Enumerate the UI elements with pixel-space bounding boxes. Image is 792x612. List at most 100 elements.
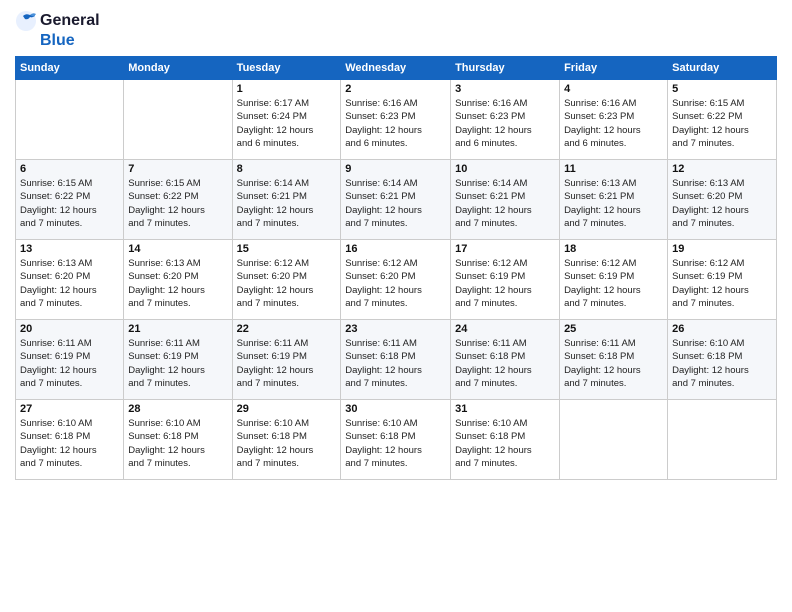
day-info: Sunrise: 6:15 AM Sunset: 6:22 PM Dayligh… xyxy=(128,177,227,230)
day-number: 13 xyxy=(20,243,119,255)
calendar-cell: 20 Sunrise: 6:11 AM Sunset: 6:19 PM Dayli… xyxy=(16,320,124,400)
day-info: Sunrise: 6:11 AM Sunset: 6:19 PM Dayligh… xyxy=(128,337,227,390)
calendar-cell: 5 Sunrise: 6:15 AM Sunset: 6:22 PM Daylig… xyxy=(668,80,777,160)
day-info: Sunrise: 6:16 AM Sunset: 6:23 PM Dayligh… xyxy=(564,97,663,150)
day-info: Sunrise: 6:12 AM Sunset: 6:19 PM Dayligh… xyxy=(672,257,772,310)
day-number: 10 xyxy=(455,163,555,175)
calendar-week-row: 13 Sunrise: 6:13 AM Sunset: 6:20 PM Dayli… xyxy=(16,240,777,320)
day-info: Sunrise: 6:16 AM Sunset: 6:23 PM Dayligh… xyxy=(345,97,446,150)
day-number: 1 xyxy=(237,83,337,95)
calendar-cell: 4 Sunrise: 6:16 AM Sunset: 6:23 PM Daylig… xyxy=(560,80,668,160)
day-number: 31 xyxy=(455,403,555,415)
day-number: 25 xyxy=(564,323,663,335)
day-number: 22 xyxy=(237,323,337,335)
day-info: Sunrise: 6:12 AM Sunset: 6:19 PM Dayligh… xyxy=(564,257,663,310)
day-number: 23 xyxy=(345,323,446,335)
day-number: 3 xyxy=(455,83,555,95)
day-info: Sunrise: 6:11 AM Sunset: 6:19 PM Dayligh… xyxy=(20,337,119,390)
day-number: 26 xyxy=(672,323,772,335)
page: General Blue SundayMondayTuesdayWednesda… xyxy=(0,0,792,612)
day-info: Sunrise: 6:11 AM Sunset: 6:18 PM Dayligh… xyxy=(455,337,555,390)
day-number: 12 xyxy=(672,163,772,175)
calendar-cell: 30 Sunrise: 6:10 AM Sunset: 6:18 PM Dayli… xyxy=(341,400,451,480)
calendar-cell: 3 Sunrise: 6:16 AM Sunset: 6:23 PM Daylig… xyxy=(451,80,560,160)
day-number: 28 xyxy=(128,403,227,415)
day-number: 17 xyxy=(455,243,555,255)
day-info: Sunrise: 6:10 AM Sunset: 6:18 PM Dayligh… xyxy=(672,337,772,390)
calendar-cell: 7 Sunrise: 6:15 AM Sunset: 6:22 PM Daylig… xyxy=(124,160,232,240)
logo-blue: Blue xyxy=(40,32,75,50)
calendar-cell: 15Sunrise: 6:12 AM Sunset: 6:20 PM Dayli… xyxy=(232,240,341,320)
day-info: Sunrise: 6:15 AM Sunset: 6:22 PM Dayligh… xyxy=(672,97,772,150)
day-info: Sunrise: 6:13 AM Sunset: 6:21 PM Dayligh… xyxy=(564,177,663,230)
day-info: Sunrise: 6:10 AM Sunset: 6:18 PM Dayligh… xyxy=(345,417,446,470)
day-number: 21 xyxy=(128,323,227,335)
calendar-cell: 25 Sunrise: 6:11 AM Sunset: 6:18 PM Dayli… xyxy=(560,320,668,400)
calendar-cell: 24 Sunrise: 6:11 AM Sunset: 6:18 PM Dayli… xyxy=(451,320,560,400)
day-info: Sunrise: 6:14 AM Sunset: 6:21 PM Dayligh… xyxy=(237,177,337,230)
day-number: 14 xyxy=(128,243,227,255)
weekday-header: Thursday xyxy=(451,57,560,80)
day-info: Sunrise: 6:10 AM Sunset: 6:18 PM Dayligh… xyxy=(237,417,337,470)
day-info: Sunrise: 6:10 AM Sunset: 6:18 PM Dayligh… xyxy=(128,417,227,470)
day-number: 4 xyxy=(564,83,663,95)
weekday-header: Wednesday xyxy=(341,57,451,80)
day-info: Sunrise: 6:13 AM Sunset: 6:20 PM Dayligh… xyxy=(128,257,227,310)
weekday-header: Saturday xyxy=(668,57,777,80)
logo-box: General Blue xyxy=(15,10,100,50)
logo-general: General xyxy=(40,12,100,30)
weekday-header: Tuesday xyxy=(232,57,341,80)
day-number: 5 xyxy=(672,83,772,95)
weekday-header: Monday xyxy=(124,57,232,80)
calendar-cell: 18 Sunrise: 6:12 AM Sunset: 6:19 PM Dayli… xyxy=(560,240,668,320)
day-info: Sunrise: 6:14 AM Sunset: 6:21 PM Dayligh… xyxy=(345,177,446,230)
day-info: Sunrise: 6:11 AM Sunset: 6:18 PM Dayligh… xyxy=(345,337,446,390)
calendar-cell: 17 Sunrise: 6:12 AM Sunset: 6:19 PM Dayli… xyxy=(451,240,560,320)
calendar-cell xyxy=(124,80,232,160)
calendar-cell xyxy=(560,400,668,480)
calendar-cell: 16 Sunrise: 6:12 AM Sunset: 6:20 PM Dayli… xyxy=(341,240,451,320)
logo: General Blue xyxy=(15,10,100,50)
calendar-cell: 23 Sunrise: 6:11 AM Sunset: 6:18 PM Dayli… xyxy=(341,320,451,400)
day-info: Sunrise: 6:13 AM Sunset: 6:20 PM Dayligh… xyxy=(20,257,119,310)
day-info: Sunrise: 6:14 AM Sunset: 6:21 PM Dayligh… xyxy=(455,177,555,230)
calendar-cell: 2Sunrise: 6:16 AM Sunset: 6:23 PM Daylig… xyxy=(341,80,451,160)
calendar-week-row: 1Sunrise: 6:17 AM Sunset: 6:24 PM Daylig… xyxy=(16,80,777,160)
day-number: 20 xyxy=(20,323,119,335)
day-info: Sunrise: 6:16 AM Sunset: 6:23 PM Dayligh… xyxy=(455,97,555,150)
calendar-cell: 8Sunrise: 6:14 AM Sunset: 6:21 PM Daylig… xyxy=(232,160,341,240)
day-info: Sunrise: 6:15 AM Sunset: 6:22 PM Dayligh… xyxy=(20,177,119,230)
calendar-cell: 21 Sunrise: 6:11 AM Sunset: 6:19 PM Dayli… xyxy=(124,320,232,400)
calendar-cell: 31Sunrise: 6:10 AM Sunset: 6:18 PM Dayli… xyxy=(451,400,560,480)
calendar-week-row: 20 Sunrise: 6:11 AM Sunset: 6:19 PM Dayli… xyxy=(16,320,777,400)
calendar-cell xyxy=(668,400,777,480)
calendar-cell: 19Sunrise: 6:12 AM Sunset: 6:19 PM Dayli… xyxy=(668,240,777,320)
weekday-header: Sunday xyxy=(16,57,124,80)
calendar-cell: 22Sunrise: 6:11 AM Sunset: 6:19 PM Dayli… xyxy=(232,320,341,400)
calendar-cell: 13 Sunrise: 6:13 AM Sunset: 6:20 PM Dayli… xyxy=(16,240,124,320)
calendar-cell: 1Sunrise: 6:17 AM Sunset: 6:24 PM Daylig… xyxy=(232,80,341,160)
calendar-cell: 27 Sunrise: 6:10 AM Sunset: 6:18 PM Dayli… xyxy=(16,400,124,480)
calendar-cell: 29Sunrise: 6:10 AM Sunset: 6:18 PM Dayli… xyxy=(232,400,341,480)
calendar-week-row: 6 Sunrise: 6:15 AM Sunset: 6:22 PM Daylig… xyxy=(16,160,777,240)
calendar-cell: 14 Sunrise: 6:13 AM Sunset: 6:20 PM Dayli… xyxy=(124,240,232,320)
day-number: 30 xyxy=(345,403,446,415)
logo-row1: General xyxy=(15,10,100,32)
day-number: 7 xyxy=(128,163,227,175)
logo-bird-icon xyxy=(15,10,37,32)
calendar-week-row: 27 Sunrise: 6:10 AM Sunset: 6:18 PM Dayli… xyxy=(16,400,777,480)
calendar-cell: 11Sunrise: 6:13 AM Sunset: 6:21 PM Dayli… xyxy=(560,160,668,240)
day-info: Sunrise: 6:10 AM Sunset: 6:18 PM Dayligh… xyxy=(20,417,119,470)
day-info: Sunrise: 6:12 AM Sunset: 6:20 PM Dayligh… xyxy=(345,257,446,310)
calendar-cell: 28 Sunrise: 6:10 AM Sunset: 6:18 PM Dayli… xyxy=(124,400,232,480)
day-info: Sunrise: 6:11 AM Sunset: 6:18 PM Dayligh… xyxy=(564,337,663,390)
weekday-header: Friday xyxy=(560,57,668,80)
day-number: 27 xyxy=(20,403,119,415)
day-number: 18 xyxy=(564,243,663,255)
day-number: 16 xyxy=(345,243,446,255)
day-number: 24 xyxy=(455,323,555,335)
day-info: Sunrise: 6:12 AM Sunset: 6:19 PM Dayligh… xyxy=(455,257,555,310)
calendar-cell: 6 Sunrise: 6:15 AM Sunset: 6:22 PM Daylig… xyxy=(16,160,124,240)
calendar-cell: 12Sunrise: 6:13 AM Sunset: 6:20 PM Dayli… xyxy=(668,160,777,240)
day-number: 6 xyxy=(20,163,119,175)
